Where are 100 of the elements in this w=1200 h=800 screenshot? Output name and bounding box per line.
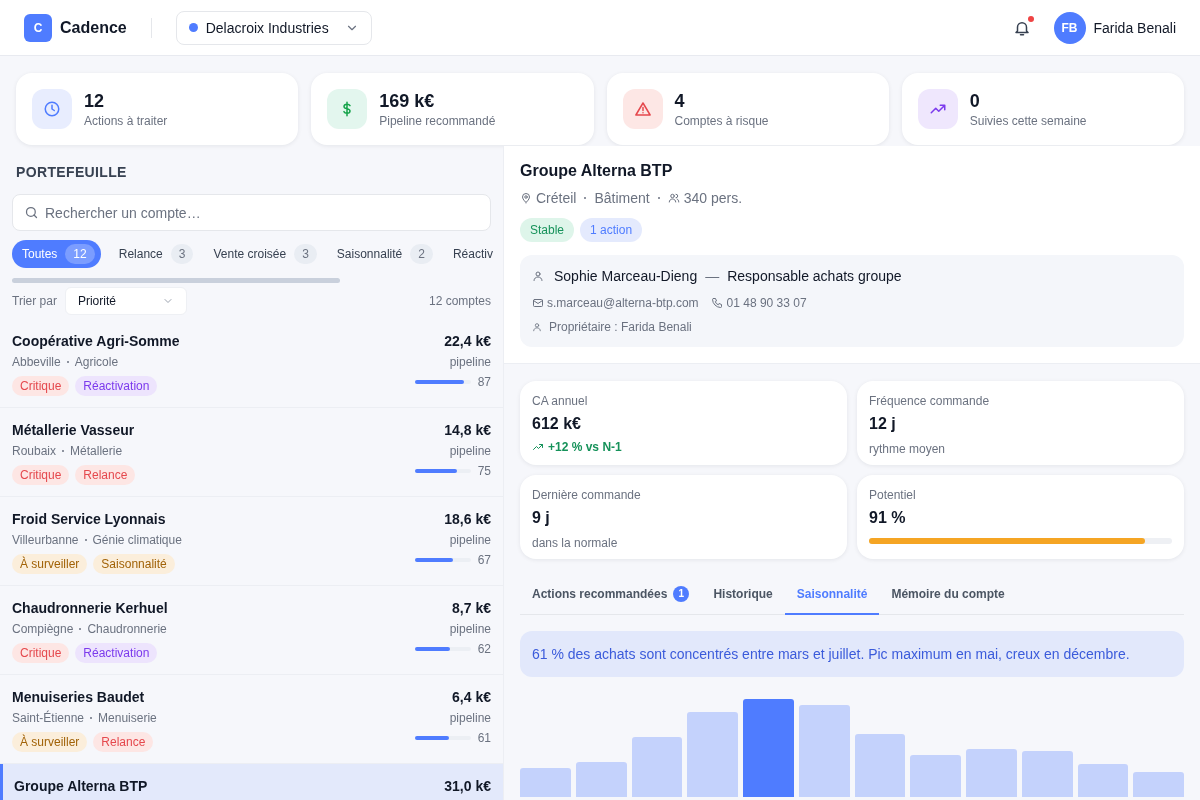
location-pin-icon xyxy=(520,192,532,204)
account-sector: Agricole xyxy=(74,354,119,370)
status-badge: 1 action xyxy=(580,218,643,242)
pipeline-label: pipeline xyxy=(449,710,491,726)
account-row[interactable]: Groupe Alterna BTP 31,0 k€ xyxy=(0,764,503,800)
chart-bar xyxy=(854,734,906,797)
contact-name: Sophie Marceau-Dieng xyxy=(554,267,698,286)
phone-icon xyxy=(710,297,723,309)
score-value: 87 xyxy=(477,374,491,390)
score-value: 67 xyxy=(477,552,491,568)
account-count: 12 comptes xyxy=(428,293,491,309)
chip-count: 12 xyxy=(65,244,95,264)
person-icon xyxy=(532,270,544,282)
metric-note: dans la normale xyxy=(532,535,619,551)
account-name: Froid Service Lyonnais xyxy=(12,510,167,529)
account-row[interactable]: Froid Service Lyonnais Villeurbanne Génie climatique À surveiller Saisonnalité 18,6 k€ pipeline 67 xyxy=(0,497,503,586)
chart-bar xyxy=(520,768,571,797)
pipeline-label: pipeline xyxy=(449,621,491,637)
pipeline-amount: 22,4 k€ xyxy=(444,332,491,351)
status-tag: Réactivation xyxy=(75,643,158,663)
kpi-value: 169 k€ xyxy=(379,90,436,113)
count-badge: 1 xyxy=(673,586,690,602)
sort-label: Trier par xyxy=(12,293,57,309)
scrollbar-thumb[interactable] xyxy=(12,278,340,283)
kpi-label: Comptes à risque xyxy=(674,113,769,129)
chart-bar xyxy=(575,762,627,797)
kpi-value: 0 xyxy=(969,90,981,113)
account-city: Abbeville xyxy=(12,354,61,370)
contact-email: s.marceau@alterna-btp.com xyxy=(547,295,699,311)
metric-value: 9 j xyxy=(532,508,551,528)
people-icon xyxy=(667,192,680,204)
metric-label: CA annuel xyxy=(532,393,589,409)
search-field[interactable]: Rechercher un compte… xyxy=(12,194,491,231)
section-title: PORTEFEUILLE xyxy=(15,163,128,182)
clock-icon xyxy=(43,100,61,118)
warning-icon xyxy=(633,100,652,118)
kpi-label: Pipeline recommandé xyxy=(379,113,496,129)
account-row[interactable]: Métallerie Vasseur Roubaix Métallerie Critique Relance 14,8 k€ pipeline 75 xyxy=(0,408,503,497)
account-row[interactable]: Chaudronnerie Kerhuel Compiègne Chaudronnerie Critique Réactivation 8,7 k€ pipeline 62 xyxy=(0,586,503,675)
account-name: Groupe Alterna BTP xyxy=(14,777,148,796)
filter-chip[interactable]: Relance 3 xyxy=(116,240,196,268)
account-city: Roubaix xyxy=(12,443,57,459)
metric-value: 612 k€ xyxy=(532,414,582,434)
status-badge: Stable xyxy=(520,218,575,242)
filter-chip[interactable]: Vente croisée 3 xyxy=(211,240,319,268)
sort-dropdown[interactable]: Priorité xyxy=(64,287,187,315)
pipeline-amount: 8,7 k€ xyxy=(452,599,491,618)
headcount: 340 pers. xyxy=(683,189,743,208)
status-tag: Saisonnalité xyxy=(93,554,175,574)
account-name: Menuiseries Baudet xyxy=(12,688,146,707)
account-city: Compiègne xyxy=(12,621,74,637)
tab[interactable]: Actions recommandées 1 xyxy=(520,575,702,615)
chip-count: 3 xyxy=(294,244,317,264)
pipeline-amount: 18,6 k€ xyxy=(444,510,491,529)
filter-chip[interactable]: Réactiv xyxy=(450,240,495,268)
status-tag: Critique xyxy=(12,465,70,485)
kpi-label: Actions à traiter xyxy=(84,113,168,129)
account-city: Créteil xyxy=(536,189,577,208)
chart-bar xyxy=(1021,751,1073,797)
metric-label: Fréquence commande xyxy=(869,393,991,409)
chart-bar xyxy=(966,749,1017,797)
kpi-label: Suivies cette semaine xyxy=(969,113,1087,129)
metric-note: +12 % vs N-1 xyxy=(548,439,622,455)
person-icon xyxy=(532,322,542,332)
chart-bar xyxy=(910,755,961,797)
score-value: 61 xyxy=(477,730,491,746)
chip-count: 3 xyxy=(170,244,194,264)
account-city: Villeurbanne xyxy=(12,532,79,548)
contact-phone: 01 48 90 33 07 xyxy=(726,295,807,311)
account-sector: Génie climatique xyxy=(92,532,182,548)
pipeline-label: pipeline xyxy=(449,354,491,370)
metric-note: rythme moyen xyxy=(869,441,947,457)
kpi-value: 4 xyxy=(674,90,686,113)
score-value: 62 xyxy=(477,641,491,657)
account-sector: Bâtiment xyxy=(594,189,650,208)
status-tag: Critique xyxy=(12,643,70,663)
status-tag: Relance xyxy=(93,732,154,752)
chart-bar xyxy=(1077,764,1129,797)
status-tag: À surveiller xyxy=(12,732,88,752)
contact-role: Responsable achats groupe xyxy=(727,267,902,286)
kpi-value: 12 xyxy=(84,90,106,113)
filter-chip[interactable]: Toutes 12 xyxy=(12,240,101,268)
metric-label: Dernière commande xyxy=(532,487,642,503)
pipeline-amount: 6,4 k€ xyxy=(452,688,491,707)
status-tag: Critique xyxy=(12,376,70,396)
insight-banner: 61 % des achats sont concentrés entre mars et juillet. Pic maximum en mai, creux en décembre. xyxy=(520,631,1184,677)
chart-bar xyxy=(631,737,683,797)
tab[interactable]: Historique xyxy=(701,575,785,615)
user-avatar: FB xyxy=(1053,11,1086,44)
status-tag: À surveiller xyxy=(12,554,88,574)
pipeline-amount: 31,0 k€ xyxy=(444,777,491,796)
account-row[interactable]: Coopérative Agri-Somme Abbeville Agricole Critique Réactivation 22,4 k€ pipeline 87 xyxy=(0,319,503,408)
workspace-dropdown[interactable]: Delacroix Industries xyxy=(175,10,372,45)
app-logo: C xyxy=(24,13,52,42)
metric-value: 91 % xyxy=(869,508,907,528)
account-sector: Métallerie xyxy=(70,443,123,459)
metric-value: 12 j xyxy=(869,414,897,434)
filter-chip[interactable]: Saisonnalité 2 xyxy=(334,240,435,268)
tab[interactable]: Mémoire du compte xyxy=(879,575,1017,615)
chip-count: 2 xyxy=(410,244,433,264)
